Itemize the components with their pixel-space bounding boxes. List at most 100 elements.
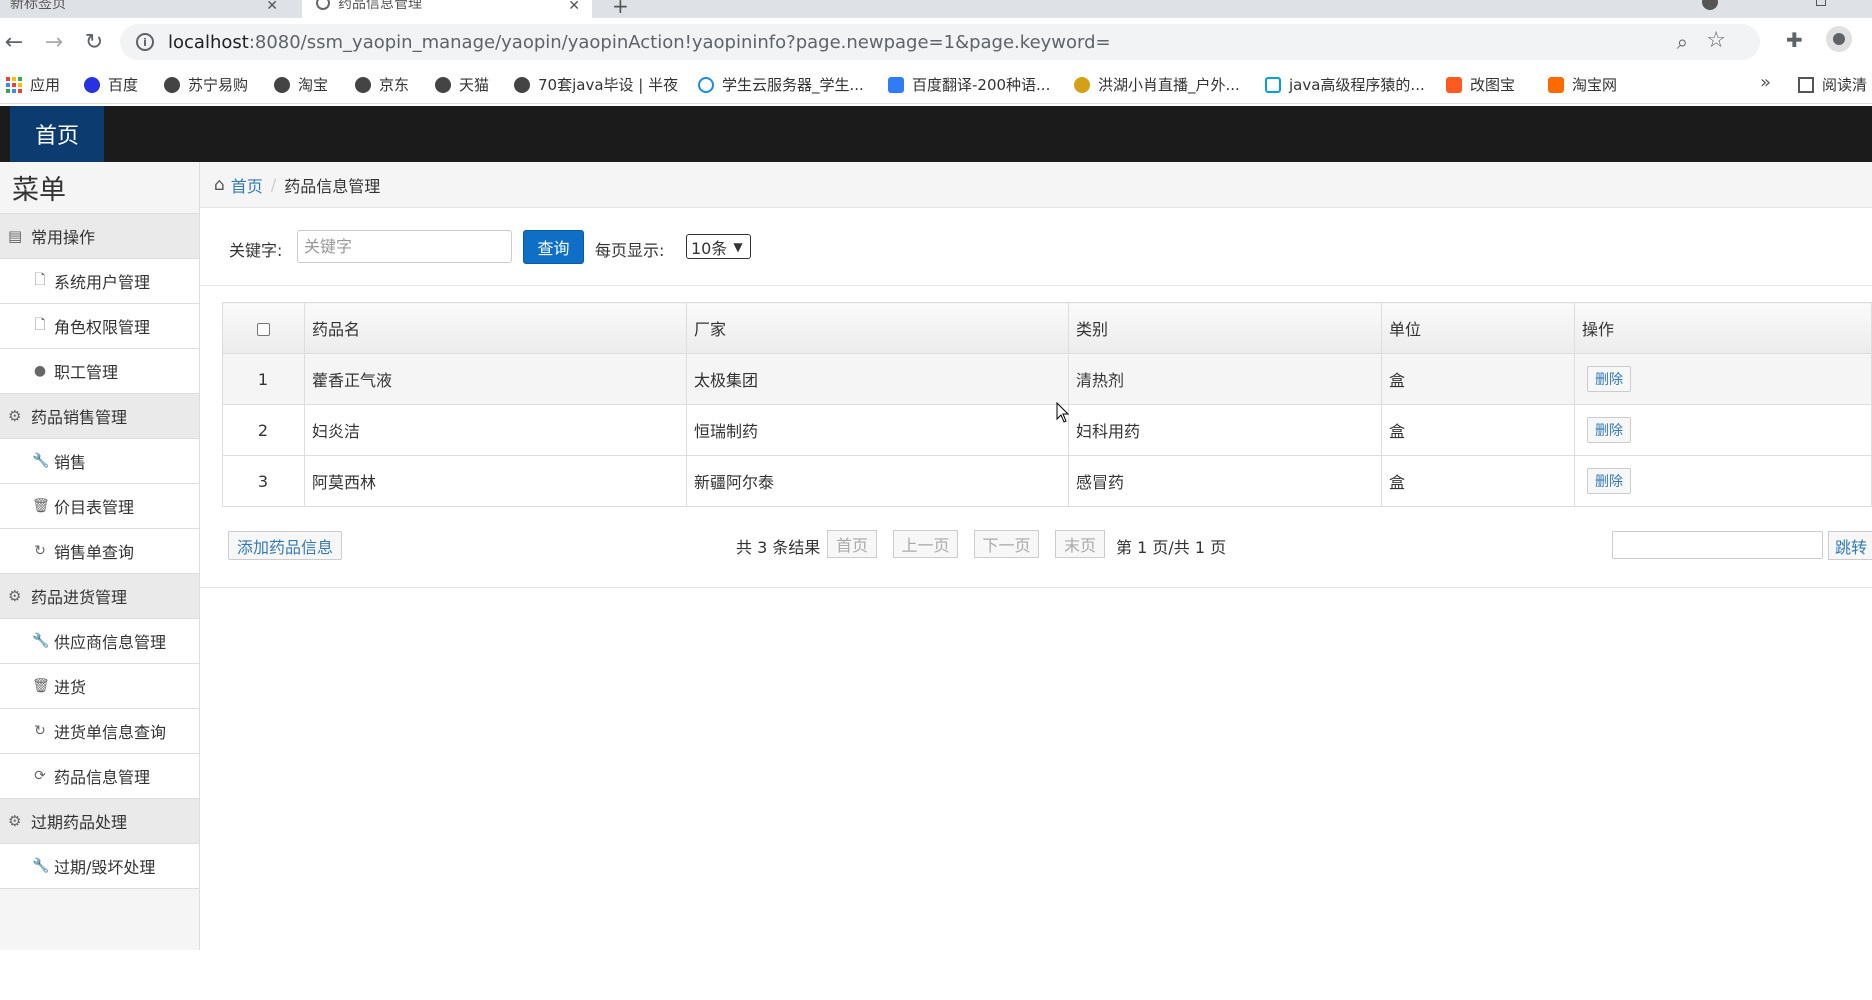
bookmark-apps[interactable]: 应用	[6, 74, 60, 95]
breadcrumb-current: 药品信息管理	[284, 176, 381, 196]
tab-search-icon[interactable]	[1702, 0, 1718, 10]
first-page-button[interactable]: 首页	[827, 530, 877, 558]
bookmark-gaitubao[interactable]: 改图宝	[1446, 74, 1515, 95]
forward-arrow-icon[interactable]: →	[40, 28, 68, 56]
cell-manufacturer: 新疆阿尔泰	[686, 455, 1069, 507]
bookmark-suning[interactable]: 苏宁易购	[164, 74, 248, 95]
bookmark-label: 70套java毕设 | 半夜	[538, 76, 679, 94]
sidebar-item-expired-damaged[interactable]: 🔧 过期/毁坏处理	[0, 844, 199, 889]
bookmark-star-icon[interactable]: ☆	[1706, 28, 1726, 53]
bookmark-label: 淘宝网	[1572, 76, 1618, 94]
jump-button[interactable]: 跳转	[1828, 531, 1872, 560]
close-icon[interactable]: ✕	[266, 0, 278, 14]
tab-title: 药品信息管理	[338, 0, 422, 12]
extensions-icon[interactable]: ✚	[1786, 28, 1803, 52]
mouse-cursor-icon	[1056, 402, 1070, 423]
trash-icon: 🗑	[32, 498, 50, 514]
keyword-input[interactable]	[297, 230, 512, 263]
browser-tab-newtab[interactable]: 新标签页 ✕	[0, 0, 290, 18]
delete-button[interactable]: 删除	[1587, 366, 1631, 392]
bookmark-java-projects[interactable]: 70套java毕设 | 半夜	[514, 74, 678, 95]
menu-group-sales[interactable]: ⚙ 药品销售管理	[0, 394, 199, 439]
bookmark-label: 学生云服务器_学生...	[722, 76, 864, 94]
url-path: :8080/ssm_yaopin_manage/yaopin/yaopinAct…	[248, 31, 1111, 53]
cell-actions: 删除	[1574, 404, 1872, 456]
sidebar-item-supplier[interactable]: 🔧 供应商信息管理	[0, 619, 199, 664]
bookmark-taobao-net[interactable]: 淘宝网	[1548, 74, 1617, 95]
query-button[interactable]: 查询	[523, 230, 584, 264]
cloud-icon	[698, 76, 714, 93]
browser-tab-strip: 新标签页 ✕ 药品信息管理 ✕ +	[0, 0, 1872, 18]
sidebar-item-sales[interactable]: 🔧 销售	[0, 439, 199, 484]
sidebar-item-role-permissions[interactable]: 🗋 角色权限管理	[0, 304, 199, 349]
menu-group-expired[interactable]: ⚙ 过期药品处理	[0, 799, 199, 844]
pagesize-value: 10条	[691, 238, 728, 258]
row-number: 1	[222, 353, 305, 405]
bookmark-live-stream[interactable]: 洪湖小肖直播_户外...	[1074, 74, 1240, 95]
sidebar-item-staff[interactable]: ● 职工管理	[0, 349, 199, 394]
add-drug-button[interactable]: 添加药品信息	[228, 531, 343, 560]
menu-group-common[interactable]: ▤ 常用操作	[0, 214, 199, 259]
delete-button[interactable]: 删除	[1587, 417, 1631, 443]
globe-icon	[355, 76, 371, 93]
profile-avatar[interactable]	[1826, 26, 1852, 52]
reload-icon[interactable]: ↻	[80, 28, 108, 56]
sidebar-item-drug-info[interactable]: ⟳ 药品信息管理	[0, 754, 199, 799]
table-row: 2 妇炎洁 恒瑞制药 妇科用药 盒 删除	[222, 404, 1872, 456]
bookmark-bilibili[interactable]: java高级程序猿的...	[1265, 74, 1425, 95]
sidebar-item-system-users[interactable]: 🗋 系统用户管理	[0, 259, 199, 304]
table-header-row: 药品名 厂家 类别 单位 操作	[222, 302, 1872, 354]
keyword-label: 关键字:	[229, 241, 283, 260]
select-all-header	[222, 302, 305, 354]
menu-group-purchase[interactable]: ⚙ 药品进货管理	[0, 574, 199, 619]
bookmark-tmall[interactable]: 天猫	[435, 74, 489, 95]
sidebar-item-label: 价目表管理	[54, 498, 135, 517]
delete-button[interactable]: 删除	[1587, 468, 1631, 494]
trash-icon: 🗑	[32, 678, 50, 694]
sidebar-item-sales-query[interactable]: ↻ 销售单查询	[0, 529, 199, 574]
site-info-icon[interactable]: i	[136, 33, 154, 51]
next-page-button[interactable]: 下一页	[974, 530, 1039, 558]
url-text[interactable]: localhost:8080/ssm_yaopin_manage/yaopin/…	[168, 32, 1111, 53]
header-manufacturer: 厂家	[686, 302, 1069, 354]
bookmarks-more-button[interactable]: »	[1760, 72, 1771, 93]
bookmark-jd[interactable]: 京东	[355, 74, 409, 95]
back-arrow-icon[interactable]: ←	[0, 28, 28, 56]
row-number: 3	[222, 455, 305, 507]
browser-toolbar: ← → ↻ i localhost:8080/ssm_yaopin_manage…	[0, 18, 1872, 66]
apps-grid-icon	[6, 76, 22, 93]
browser-tab-active[interactable]: 药品信息管理 ✕	[302, 0, 592, 18]
bookmark-label: 京东	[379, 76, 410, 94]
bookmark-taobao[interactable]: 淘宝	[274, 74, 328, 95]
bookmark-label: 应用	[30, 76, 61, 94]
zoom-icon[interactable]: ⌕	[1677, 30, 1688, 54]
refresh-icon: ↻	[34, 723, 46, 739]
wrench-icon: 🔧	[32, 633, 50, 649]
sidebar-item-price-list[interactable]: 🗑 价目表管理	[0, 484, 199, 529]
bookmark-baidu[interactable]: 百度	[84, 74, 138, 95]
pagesize-select[interactable]: 10条 ▼	[686, 234, 751, 259]
row-number: 2	[222, 404, 305, 456]
list-icon: ▤	[8, 227, 23, 245]
bookmark-student-cloud[interactable]: 学生云服务器_学生...	[698, 74, 864, 95]
window-restore-icon[interactable]	[1816, 0, 1826, 6]
pagesize-label: 每页显示:	[595, 241, 665, 260]
sidebar-item-purchase[interactable]: 🗑 进货	[0, 664, 199, 709]
cell-actions: 删除	[1574, 353, 1872, 405]
bookmark-baidu-translate[interactable]: 百度翻译-200种语...	[888, 74, 1050, 95]
sidebar-item-label: 职工管理	[54, 363, 119, 382]
jump-page-input[interactable]	[1612, 531, 1823, 559]
top-nav-home[interactable]: 首页	[10, 106, 104, 162]
breadcrumb-home-link[interactable]: 首页	[231, 173, 263, 197]
globe-icon	[435, 76, 451, 93]
prev-page-button[interactable]: 上一页	[893, 530, 958, 558]
last-page-button[interactable]: 末页	[1055, 530, 1105, 558]
select-all-checkbox[interactable]	[256, 322, 270, 336]
reading-list-button[interactable]: 阅读清	[1798, 74, 1867, 95]
globe-icon	[274, 76, 290, 93]
close-icon[interactable]: ✕	[568, 0, 580, 14]
address-bar[interactable]: i localhost:8080/ssm_yaopin_manage/yaopi…	[120, 24, 1760, 60]
breadcrumb: ⌂ 首页 / 药品信息管理	[200, 162, 1872, 208]
new-tab-button[interactable]: +	[612, 0, 629, 18]
sidebar-item-purchase-query[interactable]: ↻ 进货单信息查询	[0, 709, 199, 754]
